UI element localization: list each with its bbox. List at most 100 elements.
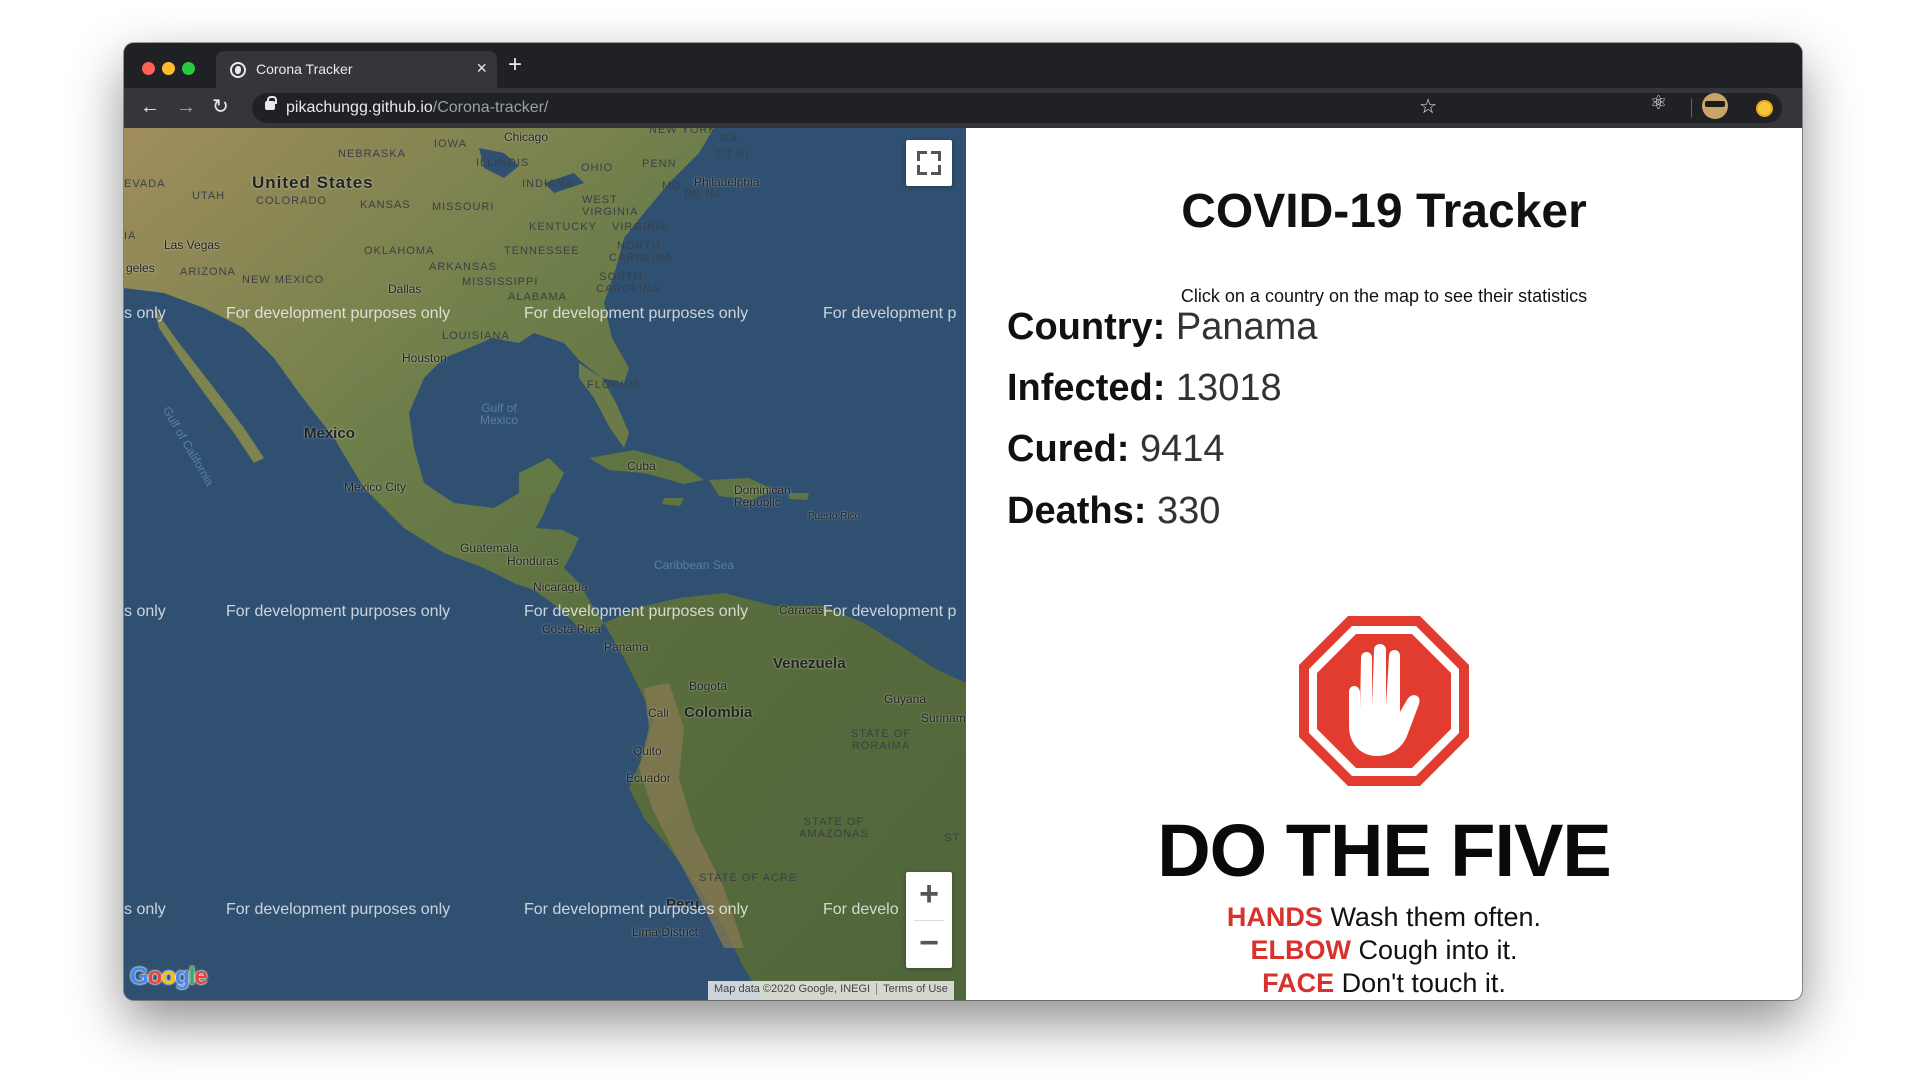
address-bar[interactable]: pikachungg.github.io/Corona-tracker/ ☆: [252, 93, 1782, 123]
map-label-puerto-rico: Puerto Rico: [808, 511, 861, 522]
map-label-lima: Lima District: [632, 925, 699, 939]
map-label-roraima: STATE OF RORAIMA: [850, 728, 912, 752]
dev-watermark: For development purposes only: [226, 901, 451, 918]
map-label-venezuela: Venezuela: [773, 655, 846, 672]
stat-cured: Cured: 9414: [1007, 428, 1225, 471]
map-label-new-york: NEW YORK: [649, 128, 717, 136]
tip-hands: HANDS Wash them often.: [966, 902, 1802, 933]
dev-watermark: For development purposes only: [524, 901, 749, 918]
stats-panel: COVID-19 Tracker Click on a country on t…: [966, 128, 1802, 1000]
stat-country-value: Panama: [1175, 306, 1318, 348]
map-label-penn: PENN: [642, 158, 677, 170]
map-view[interactable]: United States NEBRASKA IOWA ILLINOIS IND…: [124, 128, 966, 1000]
dev-watermark: For development purposes only: [524, 305, 749, 322]
map-label-honduras: Honduras: [507, 554, 560, 568]
reload-icon[interactable]: ↻: [212, 94, 229, 120]
zoom-out-button[interactable]: −: [906, 921, 952, 967]
dev-watermark: For develo: [823, 901, 899, 918]
tip-elbow-text: Cough into it.: [1358, 935, 1518, 965]
browser-toolbar: ← → ↻ pikachungg.github.io/Corona-tracke…: [124, 88, 1802, 128]
stat-infected: Infected: 13018: [1007, 367, 1282, 410]
fullscreen-icon-corner: [931, 165, 941, 175]
dev-watermark: s only: [124, 603, 166, 620]
map-label-amazonas: STATE OF AMAZONAS: [799, 816, 869, 840]
map-label-colorado: COLORADO: [256, 195, 327, 207]
page-title: COVID-19 Tracker: [1181, 185, 1587, 238]
map-label-kansas: KANSAS: [360, 199, 411, 211]
map-label-mexico: Mexico: [304, 425, 355, 442]
map-label-missouri: MISSOURI: [432, 201, 495, 213]
map-label-alabama: ALABAMA: [508, 291, 567, 303]
star-icon[interactable]: ☆: [1419, 95, 1437, 119]
map-label-arkansas: ARKANSAS: [429, 261, 497, 273]
dev-watermark: s only: [124, 901, 166, 918]
map-label-de-nj: DE NJ: [684, 188, 721, 200]
stat-deaths-label: Deaths:: [1007, 490, 1147, 532]
react-atom-icon[interactable]: ⚛: [1650, 93, 1667, 115]
stat-infected-label: Infected:: [1007, 367, 1166, 409]
dev-watermark: s only: [124, 305, 166, 322]
stat-cured-value: 9414: [1140, 428, 1225, 470]
map-label-dominican-republic: Dominican Republic: [734, 483, 791, 509]
minimize-window-button[interactable]: [162, 62, 175, 75]
page-content: United States NEBRASKA IOWA ILLINOIS IND…: [124, 128, 1802, 1000]
map-label-kentucky: KENTUCKY: [529, 221, 597, 233]
back-arrow-icon[interactable]: ←: [140, 94, 160, 120]
map-label-costa-rica: Costa Rica: [542, 622, 601, 636]
browser-window: Corona Tracker × + ← → ↻ pikachungg.gith…: [124, 43, 1802, 1000]
map-label-cali: Cali: [648, 706, 669, 720]
map-label-las-vegas: Las Vegas: [164, 238, 221, 252]
tab-close-icon[interactable]: ×: [476, 58, 487, 78]
forward-arrow-icon[interactable]: →: [176, 94, 196, 120]
new-tab-button[interactable]: +: [508, 52, 522, 78]
map-label-ma: MA: [720, 133, 739, 145]
map-label-guatemala: Guatemala: [460, 541, 519, 555]
fullscreen-icon-corner: [931, 151, 941, 161]
zoom-in-button[interactable]: +: [906, 872, 952, 918]
map-label-caracas: Caracas: [779, 603, 824, 617]
tab-corona-tracker[interactable]: Corona Tracker ×: [216, 51, 497, 88]
dev-watermark: For development purposes only: [524, 603, 749, 620]
tip-elbow-keyword: ELBOW: [1250, 935, 1351, 965]
close-window-button[interactable]: [142, 62, 155, 75]
stat-deaths-value: 330: [1156, 490, 1221, 532]
map-label-st: ST: [944, 832, 961, 844]
tab-strip: Corona Tracker × +: [124, 43, 1802, 88]
dev-watermark: For development purposes only: [226, 305, 451, 322]
map-label-ct-ri: CT RI: [716, 148, 750, 160]
google-logo[interactable]: Google: [130, 963, 208, 991]
map-label-suriname: Surinam: [921, 711, 966, 725]
map-label-cuba: Cuba: [627, 459, 656, 473]
lock-icon: [265, 96, 277, 110]
dev-watermark: For development p: [823, 603, 957, 620]
tip-face: FACE Don't touch it.: [966, 968, 1802, 999]
map-label-new-mexico: NEW MEXICO: [242, 274, 325, 286]
dev-watermark: For development purposes only: [226, 603, 451, 620]
fullscreen-button[interactable]: [906, 140, 952, 186]
map-label-houston: Houston: [402, 351, 447, 365]
tip-elbow: ELBOW Cough into it.: [966, 935, 1802, 966]
map-label-indiana: INDIANA: [522, 178, 574, 190]
coin-icon[interactable]: [1756, 100, 1773, 117]
dev-watermark: For development p: [823, 305, 957, 322]
jamaica-island: [662, 498, 684, 506]
avatar[interactable]: [1702, 93, 1728, 119]
terms-of-use-link[interactable]: Terms of Use: [883, 983, 948, 995]
map-label-florida: FLORIDA: [587, 379, 642, 391]
fullscreen-icon-corner: [917, 165, 927, 175]
map-label-ecuador: Ecuador: [626, 771, 671, 785]
map-label-arizona: ARIZONA: [180, 266, 236, 278]
map-label-colombia: Colombia: [684, 704, 753, 721]
tip-hands-text: Wash them often.: [1330, 902, 1542, 932]
map-label-louisiana: LOUISIANA: [442, 330, 510, 342]
map-label-gulf-of-mexico: Gulf of Mexico: [479, 401, 518, 427]
stat-infected-value: 13018: [1175, 367, 1282, 409]
map-label-utah: UTAH: [192, 190, 226, 202]
map-label-guyana: Guyana: [884, 692, 927, 706]
url-path: /Corona-tracker/: [432, 99, 549, 116]
url-text: pikachungg.github.io/Corona-tracker/: [286, 99, 548, 117]
map-label-acre: STATE OF ACRE: [699, 872, 798, 884]
url-host: pikachungg.github.io: [286, 99, 433, 116]
stop-hand-icon: [1299, 616, 1469, 786]
maximize-window-button[interactable]: [182, 62, 195, 75]
